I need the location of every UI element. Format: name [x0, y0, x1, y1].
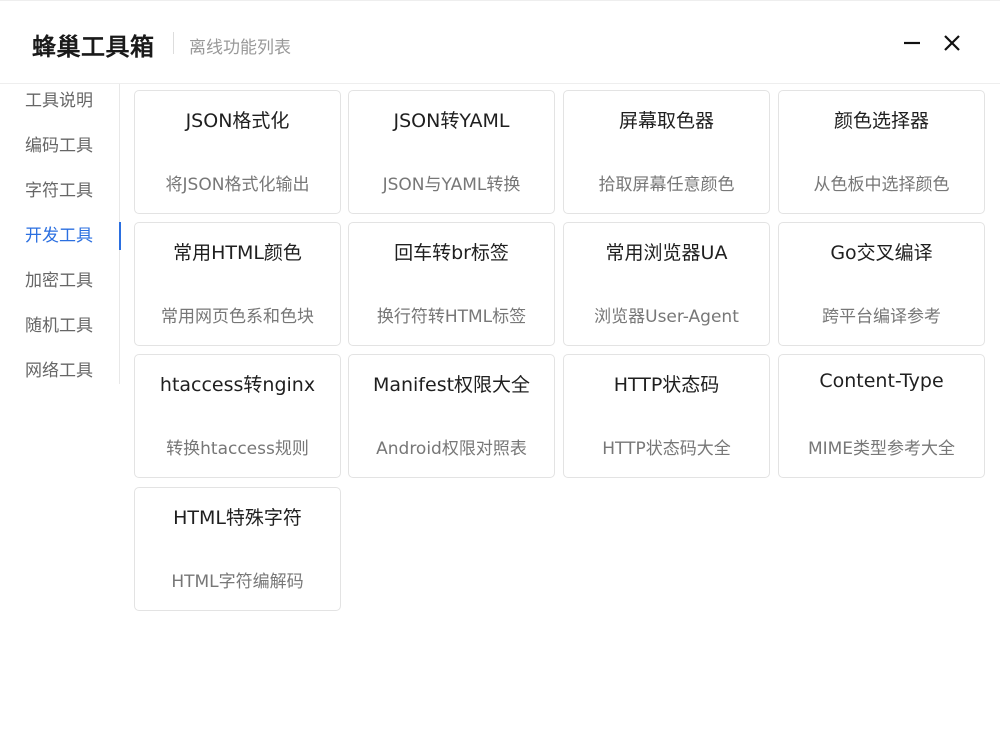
title-bar: 蜂巢工具箱 离线功能列表 — [0, 0, 1000, 84]
page-subtitle: 离线功能列表 — [189, 38, 291, 58]
tool-card-desc: 跨平台编译参考 — [822, 307, 941, 327]
tool-card-title: htaccess转nginx — [159, 374, 316, 396]
tool-card-content-type[interactable]: Content-Type MIME类型参考大全 — [778, 354, 985, 478]
sidebar-item-dev[interactable]: 开发工具 — [0, 219, 121, 253]
tool-card-desc: MIME类型参考大全 — [807, 439, 956, 459]
app-title: 蜂巢工具箱 — [32, 33, 155, 61]
minimize-icon — [904, 41, 920, 45]
tool-card-desc: 转换htaccess规则 — [166, 439, 309, 459]
tool-card-desc: 从色板中选择颜色 — [813, 175, 950, 195]
tool-card-desc: 拾取屏幕任意颜色 — [598, 175, 735, 195]
tool-card-browser-ua[interactable]: 常用浏览器UA 浏览器User-Agent — [563, 222, 770, 346]
tool-card-desc: HTML字符编解码 — [171, 572, 304, 592]
title-divider — [173, 32, 174, 54]
tool-card-title: HTML特殊字符 — [173, 507, 302, 529]
tool-card-json-yaml[interactable]: JSON转YAML JSON与YAML转换 — [348, 90, 555, 214]
tool-card-go-cross-compile[interactable]: Go交叉编译 跨平台编译参考 — [778, 222, 985, 346]
tool-card-screen-picker[interactable]: 屏幕取色器 拾取屏幕任意颜色 — [563, 90, 770, 214]
tool-card-newline-br[interactable]: 回车转br标签 换行符转HTML标签 — [348, 222, 555, 346]
tool-card-title: 常用浏览器UA — [605, 242, 728, 264]
tool-card-desc: 换行符转HTML标签 — [376, 307, 527, 327]
sidebar-item-tool-guide[interactable]: 工具说明 — [0, 84, 120, 118]
tool-card-desc: 浏览器User-Agent — [594, 307, 739, 327]
tool-card-title: Go交叉编译 — [830, 242, 933, 264]
tool-card-desc: JSON与YAML转换 — [382, 175, 521, 195]
tool-card-title: 回车转br标签 — [394, 242, 509, 264]
minimize-button[interactable] — [898, 29, 926, 57]
tool-card-title: 屏幕取色器 — [618, 110, 714, 132]
close-button[interactable] — [938, 29, 966, 57]
category-sidebar: 工具说明 编码工具 字符工具 开发工具 加密工具 随机工具 网络工具 — [0, 84, 121, 384]
tool-card-desc: 常用网页色系和色块 — [161, 307, 314, 327]
tool-card-title: 常用HTML颜色 — [173, 242, 302, 264]
tool-card-html-colors[interactable]: 常用HTML颜色 常用网页色系和色块 — [134, 222, 341, 346]
sidebar-item-random[interactable]: 随机工具 — [0, 309, 120, 343]
tool-card-json-format[interactable]: JSON格式化 将JSON格式化输出 — [134, 90, 341, 214]
tool-card-html-entities[interactable]: HTML特殊字符 HTML字符编解码 — [134, 487, 341, 611]
tool-card-http-status[interactable]: HTTP状态码 HTTP状态码大全 — [563, 354, 770, 478]
tool-card-desc: 将JSON格式化输出 — [165, 175, 310, 195]
tool-card-desc: HTTP状态码大全 — [602, 439, 731, 459]
sidebar-item-network[interactable]: 网络工具 — [0, 354, 120, 388]
tool-card-title: 颜色选择器 — [833, 110, 929, 132]
close-icon — [944, 35, 960, 51]
sidebar-item-crypto[interactable]: 加密工具 — [0, 264, 120, 298]
tool-card-manifest-permissions[interactable]: Manifest权限大全 Android权限对照表 — [348, 354, 555, 478]
tool-card-title: HTTP状态码 — [613, 374, 720, 396]
tool-card-color-picker[interactable]: 颜色选择器 从色板中选择颜色 — [778, 90, 985, 214]
tool-card-title: JSON转YAML — [393, 110, 510, 132]
tool-card-title: Content-Type — [819, 370, 944, 392]
tool-card-htaccess-nginx[interactable]: htaccess转nginx 转换htaccess规则 — [134, 354, 341, 478]
app-window: 蜂巢工具箱 离线功能列表 工具说明 编码工具 字符工具 开发工具 加密工具 随机… — [0, 0, 1000, 750]
sidebar-item-string[interactable]: 字符工具 — [0, 174, 120, 208]
sidebar-item-encoding[interactable]: 编码工具 — [0, 129, 120, 163]
tool-card-desc: Android权限对照表 — [376, 439, 527, 459]
tool-card-title: JSON格式化 — [185, 110, 290, 132]
tool-card-title: Manifest权限大全 — [372, 374, 531, 396]
